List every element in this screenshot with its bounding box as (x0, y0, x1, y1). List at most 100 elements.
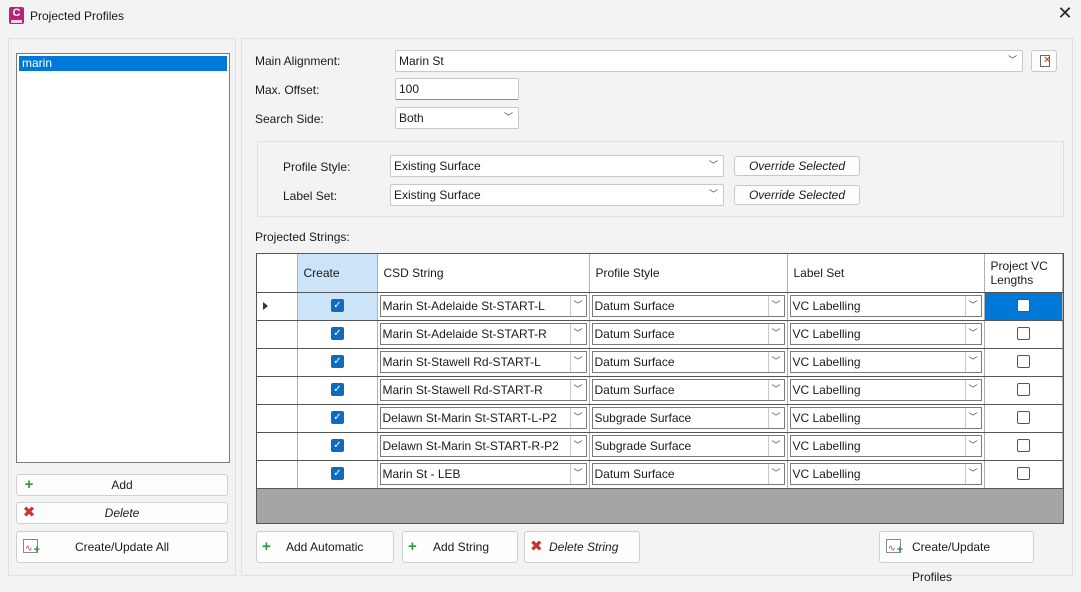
csd-string-dropdown[interactable]: Delawn St-Marin St-START-L-P2 ﹀ (379, 406, 587, 429)
search-side-label: Search Side: (255, 112, 324, 126)
override-profile-style-button[interactable]: Override Selected (734, 156, 860, 176)
create-update-all-label: Create/Update All (74, 540, 170, 554)
add-automatic-button[interactable]: + Add Automatic (256, 531, 394, 563)
label-set-cell-cell: VC Labelling ﹀ (787, 432, 985, 461)
label-set-cell-value: VC Labelling (792, 298, 861, 313)
col-header-label-set[interactable]: Label Set (787, 254, 985, 293)
profile-style-cell-cell: Datum Surface ﹀ (589, 376, 788, 405)
max-offset-input[interactable]: 100 (395, 78, 519, 100)
create-checkbox[interactable]: ✓ (331, 467, 344, 480)
profiles-listbox[interactable]: marin (16, 53, 230, 463)
table-row[interactable]: ✓ Marin St-Adelaide St-START-L ﹀ Datum Surf… (257, 292, 1063, 321)
profile-style-dropdown[interactable]: Existing Surface ﹀ (390, 155, 724, 177)
label-set-cell-dropdown[interactable]: VC Labelling ﹀ (789, 322, 982, 345)
add-automatic-label: Add Automatic (286, 540, 364, 554)
csd-string-dropdown[interactable]: Marin St - LEB ﹀ (379, 462, 587, 485)
table-row[interactable]: ✓ Marin St-Stawell Rd-START-L ﹀ Datum Surfa… (257, 348, 1063, 377)
profile-style-cell-dropdown[interactable]: Datum Surface ﹀ (591, 462, 785, 485)
create-checkbox[interactable]: ✓ (331, 411, 344, 424)
project-vc-checkbox[interactable] (1017, 355, 1030, 368)
table-row[interactable]: ✓ Marin St-Stawell Rd-START-R ﹀ Datum Surfa… (257, 376, 1063, 405)
create-checkbox[interactable]: ✓ (331, 383, 344, 396)
row-header[interactable] (257, 460, 298, 489)
search-side-dropdown[interactable]: Both ﹀ (395, 107, 519, 129)
row-header[interactable] (257, 404, 298, 433)
label-set-cell-dropdown[interactable]: VC Labelling ﹀ (789, 462, 982, 485)
project-vc-cell (984, 376, 1063, 405)
project-vc-checkbox[interactable] (1017, 467, 1030, 480)
col-header-csd-string[interactable]: CSD String (377, 254, 590, 293)
table-row[interactable]: ✓ Marin St - LEB ﹀ Datum Surface ﹀ VC Labelli… (257, 460, 1063, 489)
project-vc-checkbox[interactable] (1017, 327, 1030, 340)
label-set-cell-dropdown[interactable]: VC Labelling ﹀ (789, 378, 982, 401)
profile-style-cell-dropdown[interactable]: Subgrade Surface ﹀ (591, 434, 785, 457)
col-header-project-vc-lengths[interactable]: Project VC Lengths (984, 254, 1063, 293)
main-alignment-dropdown[interactable]: Marin St ﹀ (395, 50, 1023, 72)
add-string-button[interactable]: + Add String (402, 531, 518, 563)
create-update-profiles-button[interactable]: ∿ + Create/Update Profiles (879, 531, 1034, 584)
table-row[interactable]: ✓ Marin St-Adelaide St-START-R ﹀ Datum Surf… (257, 320, 1063, 349)
create-update-all-button[interactable]: ∿ + Create/Update All (16, 531, 228, 563)
row-header[interactable] (257, 376, 298, 405)
label-set-cell-dropdown[interactable]: VC Labelling ﹀ (789, 294, 982, 317)
create-checkbox[interactable]: ✓ (331, 355, 344, 368)
project-vc-checkbox[interactable] (1017, 383, 1030, 396)
profile-list-item[interactable]: marin (19, 56, 227, 71)
project-vc-cell (984, 432, 1063, 461)
override-label-set-button[interactable]: Override Selected (734, 185, 860, 205)
profiles-panel: marin + Add ✖ Delete ∿ + Create/Update Al… (8, 38, 236, 576)
profile-style-cell-cell: Subgrade Surface ﹀ (589, 432, 788, 461)
chevron-down-icon: ﹀ (767, 379, 784, 400)
profile-style-cell-dropdown[interactable]: Datum Surface ﹀ (591, 350, 785, 373)
projected-strings-grid[interactable]: Create CSD String Profile Style Label Se… (256, 253, 1064, 524)
delete-string-button[interactable]: ✖ Delete String (524, 531, 640, 563)
create-checkbox[interactable]: ✓ (331, 439, 344, 452)
chevron-down-icon: ﹀ (569, 379, 586, 400)
col-header-create[interactable]: Create (297, 254, 378, 293)
create-checkbox[interactable]: ✓ (331, 327, 344, 340)
profile-style-cell-dropdown[interactable]: Subgrade Surface ﹀ (591, 406, 785, 429)
label-set-cell-dropdown[interactable]: VC Labelling ﹀ (789, 434, 982, 457)
project-vc-checkbox[interactable] (1017, 439, 1030, 452)
chevron-down-icon: ﹀ (964, 323, 981, 344)
chevron-down-icon: ﹀ (767, 351, 784, 372)
csd-string-value: Delawn St-Marin St-START-R-P2 (382, 438, 559, 453)
table-row[interactable]: ✓ Delawn St-Marin St-START-R-P2 ﹀ Subgrade … (257, 432, 1063, 461)
chevron-down-icon: ﹀ (569, 351, 586, 372)
label-set-cell-dropdown[interactable]: VC Labelling ﹀ (789, 350, 982, 373)
row-header[interactable] (257, 432, 298, 461)
csd-string-dropdown[interactable]: Marin St-Adelaide St-START-L ﹀ (379, 294, 587, 317)
row-header[interactable] (257, 292, 298, 321)
row-header[interactable] (257, 348, 298, 377)
project-vc-checkbox[interactable] (1017, 299, 1030, 312)
label-set-cell-cell: VC Labelling ﹀ (787, 348, 985, 377)
csd-string-dropdown[interactable]: Delawn St-Marin St-START-R-P2 ﹀ (379, 434, 587, 457)
profile-style-cell-dropdown[interactable]: Datum Surface ﹀ (591, 322, 785, 345)
profile-style-cell-dropdown[interactable]: Datum Surface ﹀ (591, 294, 785, 317)
grid-table: Create CSD String Profile Style Label Se… (257, 254, 1063, 489)
profile-style-cell-dropdown[interactable]: Datum Surface ﹀ (591, 378, 785, 401)
csd-string-dropdown[interactable]: Marin St-Stawell Rd-START-L ﹀ (379, 350, 587, 373)
profile-style-cell-cell: Datum Surface ﹀ (589, 292, 788, 321)
label-set-dropdown[interactable]: Existing Surface ﹀ (390, 184, 724, 206)
label-set-cell-value: VC Labelling (792, 326, 861, 341)
csd-string-dropdown[interactable]: Marin St-Stawell Rd-START-R ﹀ (379, 378, 587, 401)
label-set-cell-value: VC Labelling (792, 466, 861, 481)
create-cell: ✓ (297, 320, 378, 349)
label-set-cell-dropdown[interactable]: VC Labelling ﹀ (789, 406, 982, 429)
delete-string-label: Delete String (549, 540, 619, 554)
row-header[interactable] (257, 320, 298, 349)
col-header-profile-style[interactable]: Profile Style (589, 254, 788, 293)
add-button[interactable]: + Add (16, 474, 228, 496)
profile-style-cell-value: Datum Surface (594, 466, 675, 481)
chevron-down-icon: ﹀ (767, 323, 784, 344)
main-alignment-label: Main Alignment: (255, 54, 341, 68)
project-vc-cell (984, 320, 1063, 349)
close-icon[interactable]: ✕ (1055, 4, 1075, 26)
pick-alignment-button[interactable]: ✕ (1031, 50, 1057, 72)
project-vc-checkbox[interactable] (1017, 411, 1030, 424)
table-row[interactable]: ✓ Delawn St-Marin St-START-L-P2 ﹀ Subgrade … (257, 404, 1063, 433)
delete-button[interactable]: ✖ Delete (16, 502, 228, 524)
csd-string-dropdown[interactable]: Marin St-Adelaide St-START-R ﹀ (379, 322, 587, 345)
create-checkbox[interactable]: ✓ (331, 299, 344, 312)
